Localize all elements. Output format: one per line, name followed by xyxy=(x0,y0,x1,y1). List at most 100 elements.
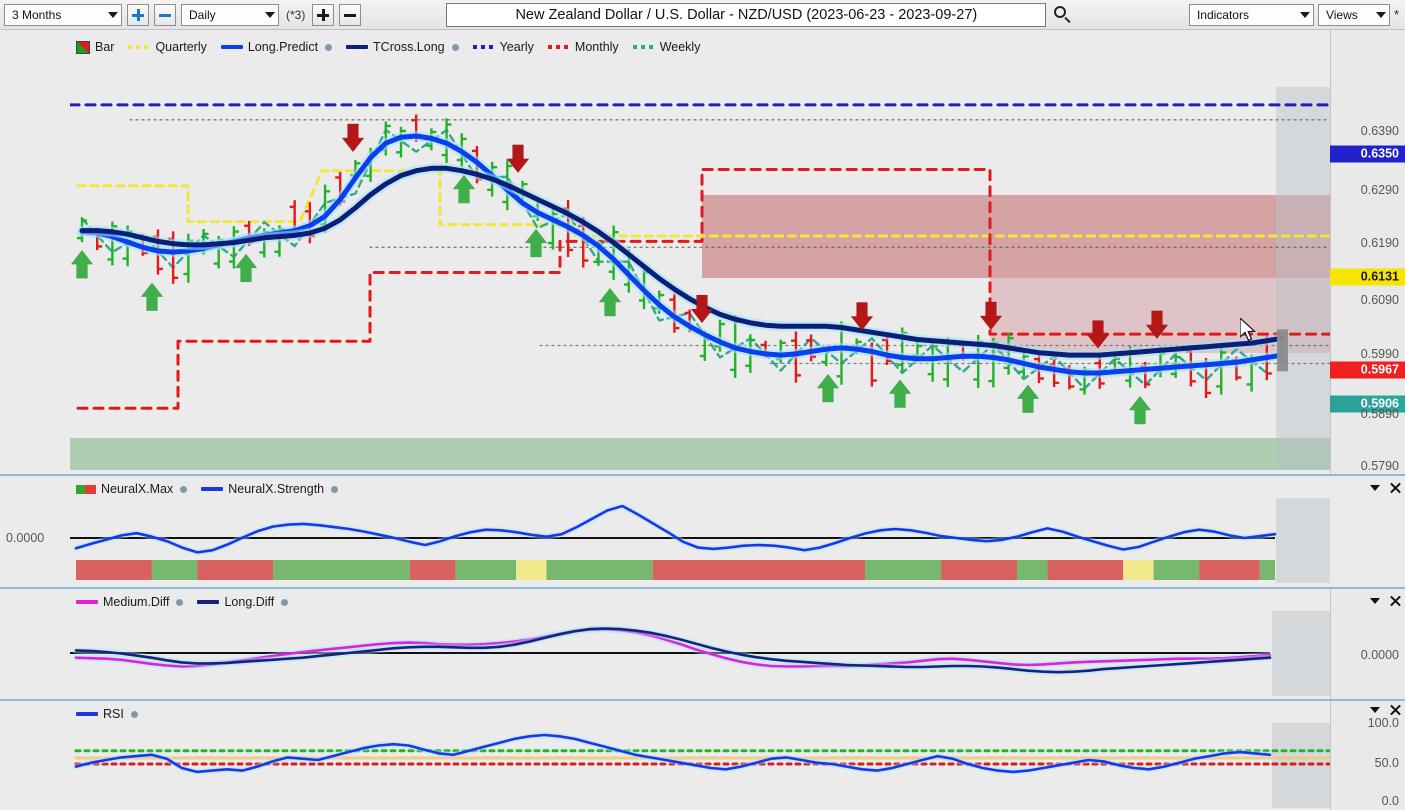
legend-item-long-diff[interactable]: Long.Diff xyxy=(197,595,289,609)
legend-item-medium-diff[interactable]: Medium.Diff xyxy=(76,595,184,609)
diff-panel-controls xyxy=(1370,595,1400,606)
settings-knob-icon[interactable] xyxy=(180,485,188,493)
neuralx-band xyxy=(941,560,1017,580)
price-axis-tick: 0.6290 xyxy=(1360,183,1399,197)
price-axis-tick: 0.6190 xyxy=(1360,236,1399,250)
legend-label: NeuralX.Strength xyxy=(228,482,325,496)
legend-item-neuralx-max[interactable]: NeuralX.Max xyxy=(76,482,188,496)
range-select[interactable]: 3 Months xyxy=(4,3,122,26)
chevron-down-icon xyxy=(265,11,275,18)
toolbar-right-group: Indicators Views * xyxy=(1188,3,1401,26)
neuralx-band xyxy=(1016,560,1048,580)
neuralx-band xyxy=(1123,560,1154,580)
diff-panel: Medium.Diff Long.Diff 0.0000 xyxy=(0,589,1405,699)
neuralx-band xyxy=(1047,560,1124,580)
price-label-badge[interactable]: 0.6131 xyxy=(1330,268,1405,286)
zoom-in-button[interactable] xyxy=(127,3,149,26)
indicators-dropdown[interactable]: Indicators xyxy=(1188,3,1314,26)
legend-item-quarterly[interactable]: Quarterly xyxy=(128,40,207,54)
legend-item-monthly[interactable]: Monthly xyxy=(547,40,619,54)
neuralx-legend: NeuralX.Max NeuralX.Strength xyxy=(76,482,339,496)
buy-arrow-marker xyxy=(888,379,912,408)
neuralx-band xyxy=(76,560,152,580)
solid-line-icon xyxy=(220,45,243,49)
neuralx-band xyxy=(865,560,942,580)
multiplier-label: (*3) xyxy=(286,7,306,22)
neuralx-band xyxy=(1259,560,1275,580)
rsi-plot-area[interactable] xyxy=(70,723,1330,808)
neuralx-panel-controls xyxy=(1370,482,1400,493)
diff-axis-label: 0.0000 xyxy=(1360,648,1399,662)
dotted-line-icon xyxy=(128,45,151,49)
buy-arrow-marker xyxy=(524,228,548,258)
search-icon[interactable] xyxy=(1054,5,1072,24)
chevron-down-icon[interactable] xyxy=(1370,706,1380,713)
neuralx-band xyxy=(1199,560,1260,580)
interval-select[interactable]: Daily xyxy=(181,3,279,26)
main-toolbar: 3 Months Daily (*3) New Zealand Dollar /… xyxy=(0,0,1405,30)
legend-item-yearly[interactable]: Yearly xyxy=(472,40,534,54)
legend-label: NeuralX.Max xyxy=(101,482,174,496)
settings-knob-icon[interactable] xyxy=(281,598,289,606)
legend-item-neuralx-strength[interactable]: NeuralX.Strength xyxy=(201,482,339,496)
chevron-down-icon[interactable] xyxy=(1370,484,1380,491)
views-dropdown[interactable]: Views xyxy=(1317,3,1390,26)
diff-plot-area[interactable] xyxy=(70,611,1330,696)
neuralx-svg xyxy=(70,498,1330,583)
views-label: Views xyxy=(1325,7,1358,22)
legend-item-weekly[interactable]: Weekly xyxy=(632,40,700,54)
buy-arrow-marker xyxy=(234,253,258,283)
close-icon[interactable] xyxy=(1389,704,1400,715)
bars-decrease-button[interactable] xyxy=(339,3,362,26)
rsi-panel-controls xyxy=(1370,704,1400,715)
settings-knob-icon[interactable] xyxy=(130,710,138,718)
series-rsi xyxy=(74,733,1272,774)
diff-svg xyxy=(70,611,1330,696)
settings-knob-icon[interactable] xyxy=(451,43,459,51)
legend-item-rsi[interactable]: RSI xyxy=(76,707,138,721)
neuralx-band xyxy=(273,560,410,580)
neuralx-band xyxy=(652,560,866,580)
favorite-star-icon[interactable]: * xyxy=(1394,7,1401,22)
range-select-value: 3 Months xyxy=(12,7,62,22)
settings-knob-icon[interactable] xyxy=(331,485,339,493)
close-icon[interactable] xyxy=(1389,595,1400,606)
neuralx-plot-area[interactable] xyxy=(70,498,1330,583)
settings-knob-icon[interactable] xyxy=(325,43,333,51)
price-label-badge[interactable]: 0.5967 xyxy=(1330,361,1405,379)
neuralx-max-icon xyxy=(76,484,96,494)
price-axis-tick: 0.5890 xyxy=(1360,407,1399,421)
diff-legend: Medium.Diff Long.Diff xyxy=(76,595,289,609)
rsi-axis-tick: 50.0 xyxy=(1374,756,1399,770)
price-plot-area[interactable] xyxy=(70,57,1330,470)
zoom-out-button[interactable] xyxy=(154,3,176,26)
buy-arrow-marker xyxy=(598,287,622,317)
dotted-line-icon xyxy=(472,45,495,49)
symbol-input[interactable]: New Zealand Dollar / U.S. Dollar - NZD/U… xyxy=(446,2,1047,27)
legend-item-bar[interactable]: Bar xyxy=(76,40,114,54)
price-axis-tick: 0.6090 xyxy=(1360,293,1399,307)
neuralx-band xyxy=(151,560,198,580)
chevron-down-icon[interactable] xyxy=(1370,597,1380,604)
bars-increase-button[interactable] xyxy=(312,3,335,26)
legend-label: Quarterly xyxy=(155,40,207,54)
price-label-badge[interactable]: 0.6350 xyxy=(1330,145,1405,163)
price-axis-tick: 0.5790 xyxy=(1360,459,1399,473)
legend-item-tcross-long[interactable]: TCross.Long xyxy=(346,40,459,54)
neuralx-band xyxy=(1153,560,1200,580)
neuralx-axis-label: 0.0000 xyxy=(6,531,45,545)
legend-label: Medium.Diff xyxy=(103,595,170,609)
legend-label: TCross.Long xyxy=(373,40,445,54)
rsi-axis: 100.0 50.0 0.0 xyxy=(1330,701,1405,810)
price-axis: 0.6390 0.6350 0.6290 0.6190 0.6131 0.6090 0.59… xyxy=(1330,30,1405,475)
buy-arrow-marker xyxy=(816,373,840,403)
rsi-axis-tick: 100.0 xyxy=(1367,716,1399,730)
legend-label: Yearly xyxy=(499,40,534,54)
rsi-svg xyxy=(73,723,1330,808)
interval-select-value: Daily xyxy=(189,7,216,22)
ohlc-bar xyxy=(1216,345,1227,395)
legend-item-long-predict[interactable]: Long.Predict xyxy=(220,40,333,54)
settings-knob-icon[interactable] xyxy=(176,598,184,606)
buy-arrow-marker xyxy=(70,249,94,279)
close-icon[interactable] xyxy=(1389,482,1400,493)
